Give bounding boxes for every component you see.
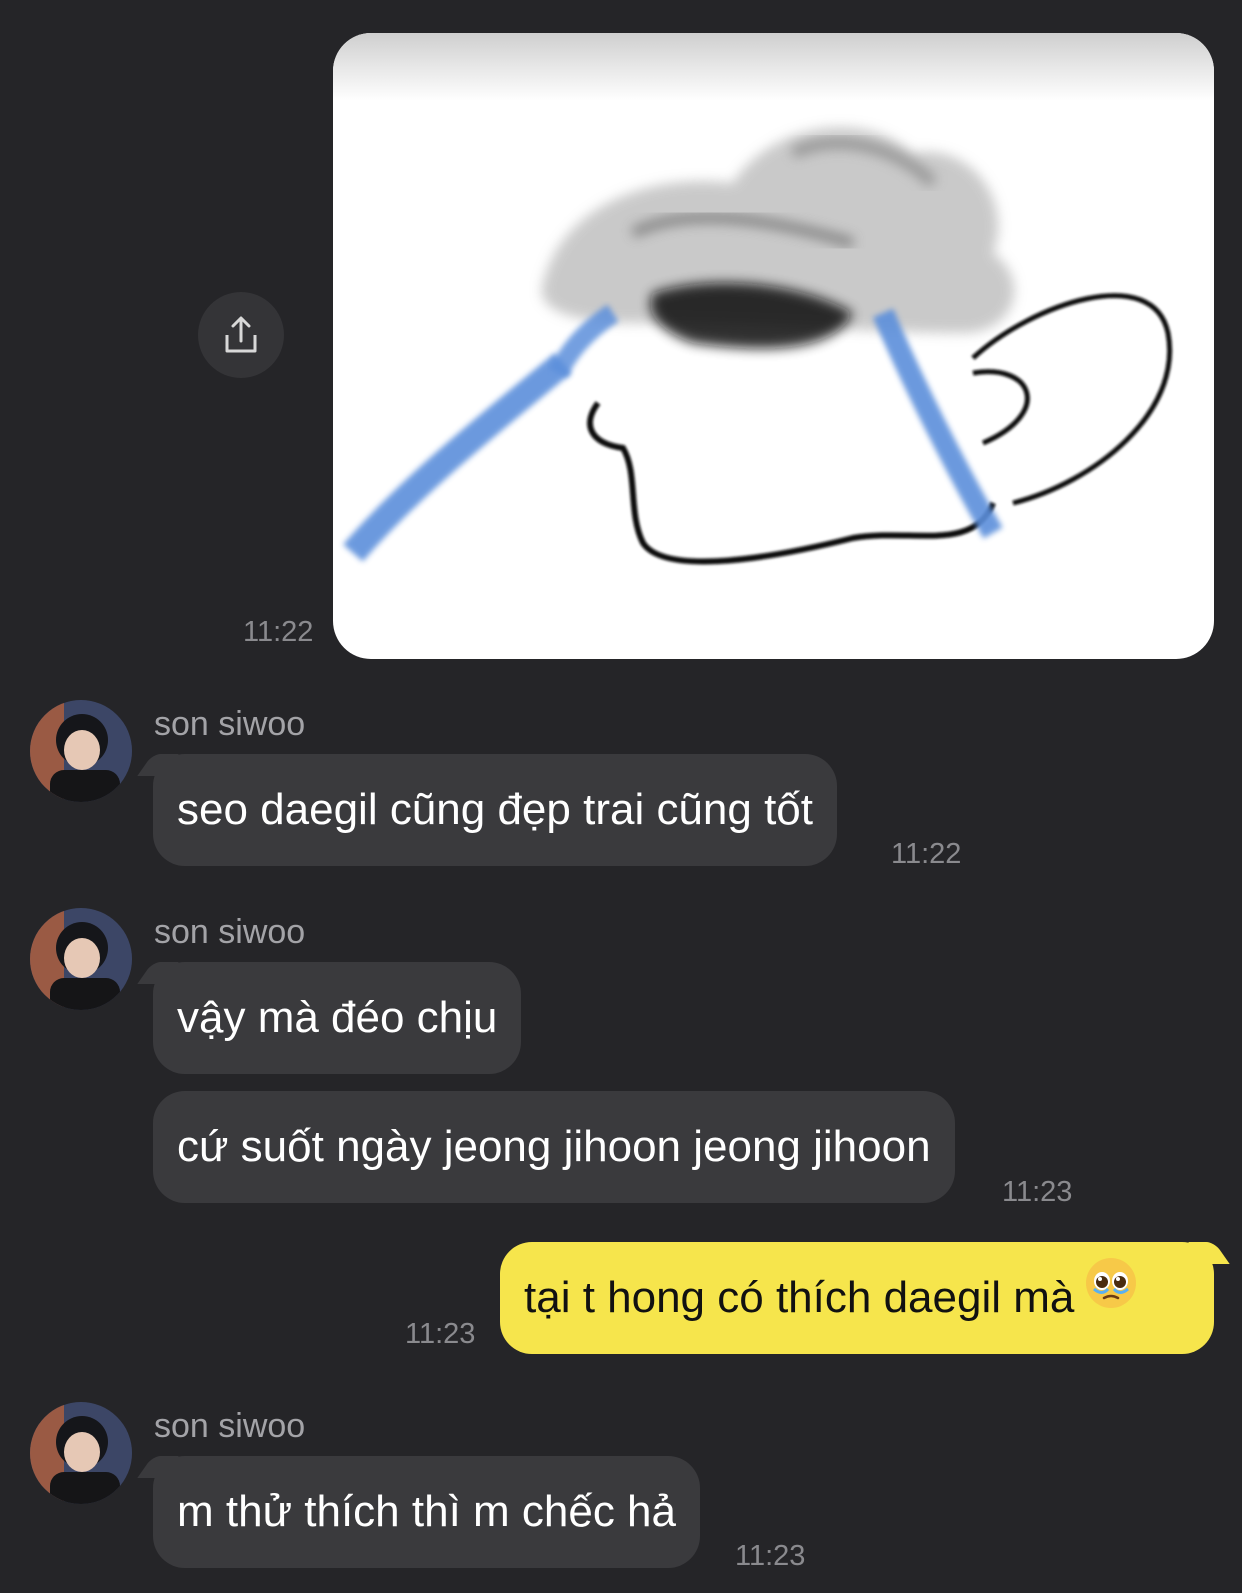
avatar-photo: [30, 908, 132, 1010]
message-bubble[interactable]: vậy mà đéo chịu: [153, 962, 522, 1074]
share-icon: [225, 316, 257, 353]
avatar[interactable]: [30, 700, 132, 802]
image-message[interactable]: [333, 33, 1214, 659]
outgoing-message-bubble[interactable]: tại t hong có thích daegil mà: [500, 1242, 1214, 1354]
message-time: 11:22: [891, 838, 962, 870]
message-bubble[interactable]: m thử thích thì m chếc hả: [153, 1456, 700, 1568]
crying-cartoon-image: [343, 127, 1173, 565]
message-time: 11:23: [735, 1540, 806, 1572]
message-bubble[interactable]: cứ suốt ngày jeong jihoon jeong jihoon: [153, 1091, 955, 1203]
sender-name: son siwoo: [154, 705, 306, 743]
message-text: tại t hong có thích daegil mà: [524, 1273, 1075, 1322]
share-button[interactable]: [198, 292, 284, 378]
avatar[interactable]: [30, 908, 132, 1010]
sender-name: son siwoo: [154, 1407, 306, 1445]
sender-name: son siwoo: [154, 913, 306, 951]
pleading-face-emoji: [1084, 1240, 1138, 1352]
message-bubble[interactable]: seo daegil cũng đẹp trai cũng tốt: [153, 754, 838, 866]
message-time: 11:23: [405, 1318, 476, 1350]
avatar-photo: [30, 700, 132, 802]
avatar[interactable]: [30, 1402, 132, 1504]
image-message-time: 11:22: [243, 616, 314, 648]
message-time: 11:23: [1002, 1176, 1073, 1208]
avatar-photo: [30, 1402, 132, 1504]
